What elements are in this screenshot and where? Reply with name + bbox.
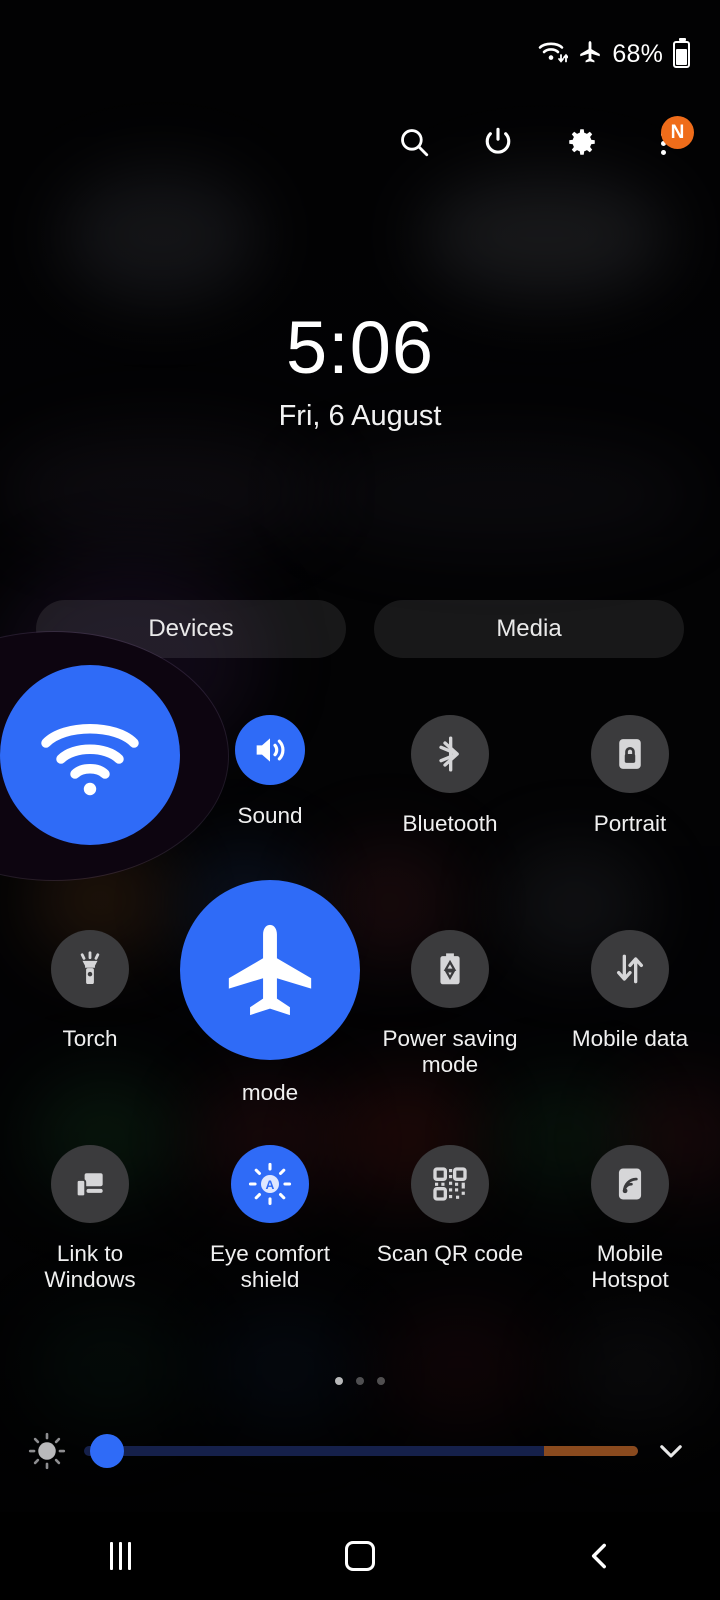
- volume-up-icon: [256, 738, 285, 762]
- power-icon[interactable]: [476, 120, 520, 164]
- flashlight-icon: [80, 951, 100, 984]
- link-windows-icon: [75, 1173, 103, 1198]
- brightness-track[interactable]: [84, 1446, 638, 1456]
- rotation-lock-icon: [619, 739, 641, 769]
- data-arrows-icon: [617, 954, 643, 984]
- bluetooth-icon: [439, 736, 459, 772]
- status-bar: 68%: [0, 0, 720, 108]
- tile-mobile-data-label: Mobile data: [571, 1026, 689, 1051]
- navigation-bar: [0, 1512, 720, 1600]
- clock-date[interactable]: Fri, 6 August: [0, 400, 720, 433]
- tile-bluetooth-button[interactable]: [411, 715, 489, 793]
- tile-portrait-button[interactable]: [591, 715, 669, 793]
- airplane-icon: [228, 924, 312, 1016]
- hotspot-icon: [618, 1168, 642, 1200]
- tile-wifi-button[interactable]: [0, 665, 180, 845]
- page-dot[interactable]: [377, 1377, 385, 1385]
- eye-comfort-icon: A: [248, 1162, 292, 1206]
- tile-portrait-label: Portrait: [593, 811, 667, 836]
- quick-settings-tiles: Sound Bluetooth Portrait Torch mode Powe…: [0, 665, 720, 1360]
- brightness-warm-segment: [543, 1446, 638, 1456]
- tile-eye-comfort-shield-button[interactable]: A: [231, 1145, 309, 1223]
- tile-bluetooth-label: Bluetooth: [402, 811, 498, 836]
- brightness-icon: [26, 1430, 68, 1472]
- tile-torch[interactable]: Torch: [0, 930, 180, 1145]
- tile-scan-qr-code-button[interactable]: [411, 1145, 489, 1223]
- tile-torch-label: Torch: [62, 1026, 118, 1051]
- tile-flight-mode-label: mode: [241, 1080, 299, 1105]
- tile-mobile-data-button[interactable]: [591, 930, 669, 1008]
- qr-code-icon: [433, 1167, 467, 1201]
- recents-icon[interactable]: [65, 1519, 175, 1593]
- power-saving-icon: [440, 953, 460, 985]
- status-badge: N: [661, 116, 694, 149]
- gear-icon[interactable]: [560, 120, 604, 164]
- tile-sound-label: Sound: [237, 803, 303, 828]
- tile-scan-qr-code[interactable]: Scan QR code: [360, 1145, 540, 1360]
- battery-icon: [673, 37, 690, 68]
- tile-link-to-windows-label: Link to Windows: [44, 1241, 136, 1293]
- tile-row: Torch mode Power saving mode Mobile data: [0, 880, 720, 1145]
- svg-text:A: A: [266, 1178, 275, 1192]
- battery-percent-label: 68%: [612, 39, 663, 68]
- page-dot[interactable]: [335, 1377, 343, 1385]
- clock-time[interactable]: 5:06: [0, 309, 720, 386]
- tile-power-saving-button[interactable]: [411, 930, 489, 1008]
- tile-power-saving[interactable]: Power saving mode: [360, 930, 540, 1145]
- tile-eye-comfort-shield[interactable]: A Eye comfort shield: [180, 1145, 360, 1360]
- chevron-down-icon[interactable]: [648, 1428, 694, 1474]
- brightness-thumb[interactable]: [90, 1434, 124, 1468]
- tile-portrait[interactable]: Portrait: [540, 715, 720, 930]
- back-icon[interactable]: [545, 1519, 655, 1593]
- search-icon[interactable]: [392, 120, 436, 164]
- tile-mobile-hotspot-button[interactable]: [591, 1145, 669, 1223]
- tile-mobile-hotspot[interactable]: Mobile Hotspot: [540, 1145, 720, 1360]
- wifi-icon: [538, 39, 570, 70]
- tile-wifi[interactable]: [0, 665, 180, 930]
- brightness-slider[interactable]: [84, 1430, 638, 1472]
- tile-bluetooth[interactable]: Bluetooth: [360, 715, 540, 930]
- airplane-icon: [577, 39, 603, 70]
- tile-mobile-data[interactable]: Mobile data: [540, 930, 720, 1145]
- home-icon[interactable]: [305, 1519, 415, 1593]
- tile-sound-button[interactable]: [235, 715, 305, 785]
- tile-flight-mode[interactable]: mode: [180, 880, 360, 1145]
- quick-settings-header: N: [0, 108, 720, 176]
- tab-media[interactable]: Media: [374, 600, 684, 658]
- tile-mobile-hotspot-label: Mobile Hotspot: [591, 1241, 669, 1293]
- page-indicator: [0, 1377, 720, 1385]
- tile-link-to-windows[interactable]: Link to Windows: [0, 1145, 180, 1360]
- page-dot[interactable]: [356, 1377, 364, 1385]
- tile-eye-comfort-shield-label: Eye comfort shield: [209, 1241, 331, 1293]
- more-vertical-icon[interactable]: N: [644, 116, 694, 164]
- wifi-icon: [41, 724, 139, 796]
- tile-row: Link to Windows A Eye comfort shield Sca…: [0, 1145, 720, 1360]
- tile-flight-mode-button[interactable]: [180, 880, 360, 1060]
- tile-row: Sound Bluetooth Portrait: [0, 665, 720, 930]
- tile-scan-qr-code-label: Scan QR code: [376, 1241, 524, 1266]
- clock-block: 5:06 Fri, 6 August: [0, 309, 720, 433]
- tile-torch-button[interactable]: [51, 930, 129, 1008]
- tile-link-to-windows-button[interactable]: [51, 1145, 129, 1223]
- tile-power-saving-label: Power saving mode: [382, 1026, 518, 1078]
- brightness-row: [0, 1424, 720, 1478]
